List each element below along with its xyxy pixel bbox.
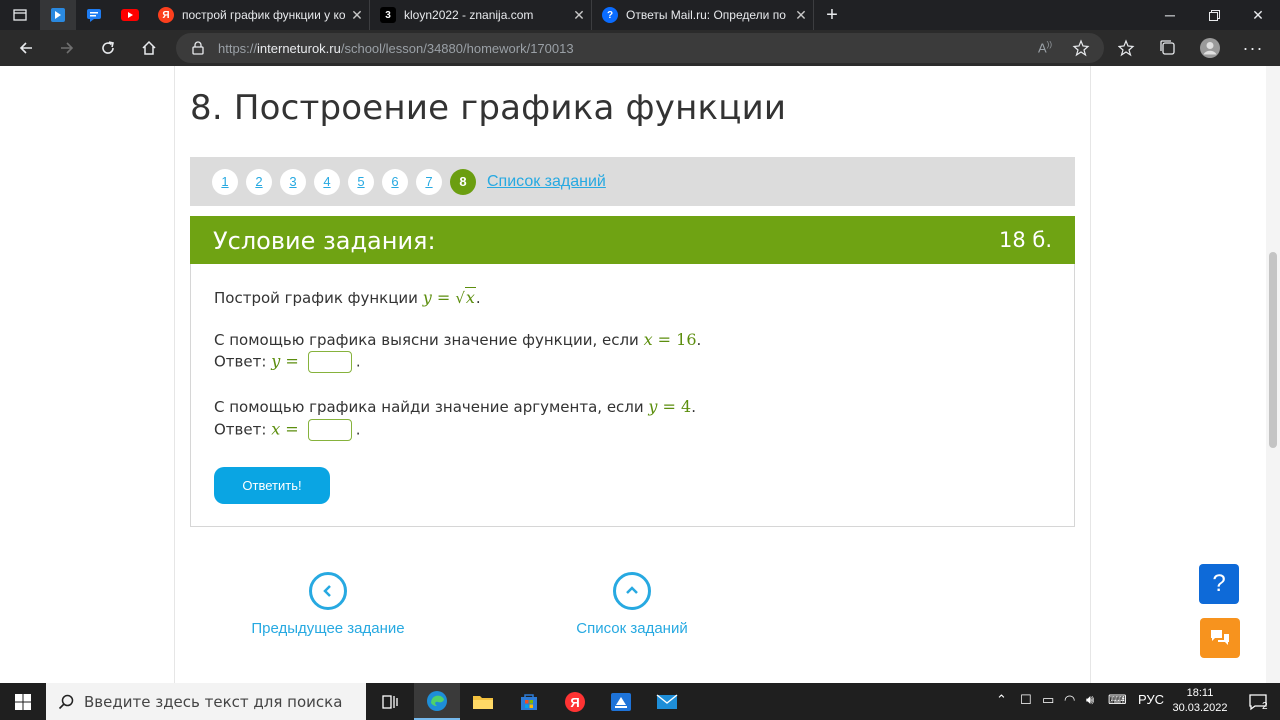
scrollbar-thumb[interactable] bbox=[1269, 252, 1277, 448]
chevron-up-icon bbox=[613, 572, 651, 610]
pinned-tab-edu[interactable] bbox=[40, 0, 76, 30]
yandex-browser-icon[interactable]: Я bbox=[552, 683, 598, 720]
profile-avatar-icon[interactable] bbox=[1195, 34, 1225, 62]
mail-answers-icon: ? bbox=[602, 7, 618, 23]
more-menu-icon[interactable]: ··· bbox=[1238, 34, 1268, 62]
search-placeholder: Введите здесь текст для поиска bbox=[84, 692, 343, 711]
pager-item-4[interactable]: 4 bbox=[314, 169, 340, 195]
network-icon[interactable]: ◠ bbox=[1064, 692, 1075, 708]
input-language[interactable]: РУС bbox=[1138, 692, 1164, 707]
sqrt-sign: √ bbox=[455, 289, 465, 307]
refresh-icon[interactable] bbox=[93, 34, 123, 62]
notification-count: 2 bbox=[1262, 701, 1268, 712]
tab-title: kloyn2022 - znanija.com bbox=[404, 8, 534, 22]
favorites-icon[interactable] bbox=[1112, 34, 1142, 62]
minimize-icon[interactable]: ─ bbox=[1148, 0, 1192, 30]
task-points: 18 б. bbox=[998, 228, 1052, 252]
browser-toolbar: https://interneturok.ru/school/lesson/34… bbox=[0, 30, 1280, 66]
battery-icon[interactable]: ▭ bbox=[1042, 692, 1054, 708]
meet-now-icon[interactable]: ☐ bbox=[1020, 692, 1032, 708]
tab-title: построй график функции у кор bbox=[182, 8, 345, 22]
task-header: Условие задания: 18 б. bbox=[190, 216, 1075, 264]
restore-icon[interactable] bbox=[1192, 0, 1236, 30]
home-icon[interactable] bbox=[134, 34, 164, 62]
pager-item-1[interactable]: 1 bbox=[212, 169, 238, 195]
help-button[interactable]: ? bbox=[1199, 564, 1239, 604]
pager-item-6[interactable]: 6 bbox=[382, 169, 408, 195]
lock-icon[interactable] bbox=[192, 41, 204, 60]
task-list-bottom-link[interactable]: Список заданий bbox=[566, 572, 698, 637]
close-window-icon[interactable]: ✕ bbox=[1236, 0, 1280, 30]
web-page: 8. Построение графика функции 1 2 3 4 5 … bbox=[0, 66, 1280, 683]
tab-yandex-search[interactable]: Я построй график функции у кор ✕ bbox=[148, 0, 370, 30]
close-tab-icon[interactable]: ✕ bbox=[789, 7, 813, 24]
forward-icon[interactable] bbox=[52, 34, 82, 62]
edge-taskbar-icon[interactable] bbox=[414, 683, 460, 720]
task-header-title: Условие задания: bbox=[213, 227, 436, 255]
previous-task-link[interactable]: Предыдущее задание bbox=[248, 572, 408, 637]
read-aloud-icon[interactable]: A)) bbox=[1038, 40, 1052, 55]
app-upload-icon[interactable] bbox=[598, 683, 644, 720]
chat-button[interactable] bbox=[1200, 618, 1240, 658]
task-list-link[interactable]: Список заданий bbox=[487, 173, 606, 191]
browser-tab-strip: Я построй график функции у кор ✕ 3 kloyn… bbox=[0, 0, 1280, 30]
show-hidden-icons-icon[interactable]: ⌃ bbox=[996, 692, 1007, 708]
new-tab-icon[interactable]: + bbox=[814, 4, 850, 27]
address-bar[interactable]: https://interneturok.ru/school/lesson/34… bbox=[176, 33, 1104, 63]
tab-actions-icon[interactable] bbox=[0, 0, 40, 30]
question-2: С помощью графика найди значение аргумен… bbox=[214, 397, 696, 416]
system-clock[interactable]: 18:11 30.03.2022 bbox=[1170, 686, 1230, 716]
task-statement: Построй график функции y = √x. bbox=[214, 287, 481, 307]
answer-2-row: Ответ: x = . bbox=[214, 419, 361, 441]
chevron-left-icon bbox=[309, 572, 347, 610]
tab-title: Ответы Mail.ru: Определи по ри bbox=[626, 8, 789, 22]
search-icon bbox=[58, 694, 74, 709]
store-icon[interactable] bbox=[506, 683, 552, 720]
pager-item-2[interactable]: 2 bbox=[246, 169, 272, 195]
collections-icon[interactable] bbox=[1153, 34, 1183, 62]
url-text: https://interneturok.ru/school/lesson/34… bbox=[218, 41, 574, 56]
page-title: 8. Построение графика функции bbox=[190, 88, 787, 128]
submit-answer-button[interactable]: Ответить! bbox=[214, 467, 330, 504]
znanija-icon: 3 bbox=[380, 7, 396, 23]
volume-icon[interactable]: 🔊︎ bbox=[1086, 692, 1094, 708]
pinned-tab-chat[interactable] bbox=[76, 0, 112, 30]
pager-item-5[interactable]: 5 bbox=[348, 169, 374, 195]
file-explorer-icon[interactable] bbox=[460, 683, 506, 720]
chat-icon bbox=[1211, 630, 1229, 645]
back-icon[interactable] bbox=[11, 34, 41, 62]
answer-1-input[interactable] bbox=[307, 351, 352, 373]
pager-item-7[interactable]: 7 bbox=[416, 169, 442, 195]
answer-2-input[interactable] bbox=[307, 419, 352, 441]
pager-item-8-current[interactable]: 8 bbox=[450, 169, 476, 195]
close-tab-icon[interactable]: ✕ bbox=[567, 7, 591, 24]
windows-taskbar: Введите здесь текст для поиска Я ⌃ ☐ ▭ ◠… bbox=[0, 683, 1280, 720]
task-view-icon[interactable] bbox=[367, 683, 413, 720]
keyboard-icon[interactable]: ⌨ bbox=[1108, 692, 1127, 708]
svg-text:Я: Я bbox=[570, 695, 579, 710]
tab-mail-answers[interactable]: ? Ответы Mail.ru: Определи по ри ✕ bbox=[592, 0, 814, 30]
tab-znanija[interactable]: 3 kloyn2022 - znanija.com ✕ bbox=[370, 0, 592, 30]
notifications-icon[interactable]: 2 bbox=[1236, 683, 1280, 720]
answer-1-row: Ответ: y = . bbox=[214, 351, 361, 373]
mail-icon[interactable] bbox=[644, 683, 690, 720]
task-pager: 1 2 3 4 5 6 7 8 Список заданий bbox=[190, 157, 1075, 206]
pinned-tab-youtube[interactable] bbox=[112, 0, 148, 30]
close-tab-icon[interactable]: ✕ bbox=[345, 7, 369, 24]
favorite-star-icon[interactable] bbox=[1072, 39, 1090, 62]
taskbar-search[interactable]: Введите здесь текст для поиска bbox=[46, 683, 366, 720]
windows-start-icon[interactable] bbox=[0, 683, 46, 720]
task-body: Построй график функции y = √x. С помощью… bbox=[190, 264, 1075, 527]
question-1: С помощью графика выясни значение функци… bbox=[214, 330, 702, 349]
page-scrollbar[interactable] bbox=[1266, 66, 1280, 683]
yandex-icon: Я bbox=[158, 7, 174, 23]
pager-item-3[interactable]: 3 bbox=[280, 169, 306, 195]
